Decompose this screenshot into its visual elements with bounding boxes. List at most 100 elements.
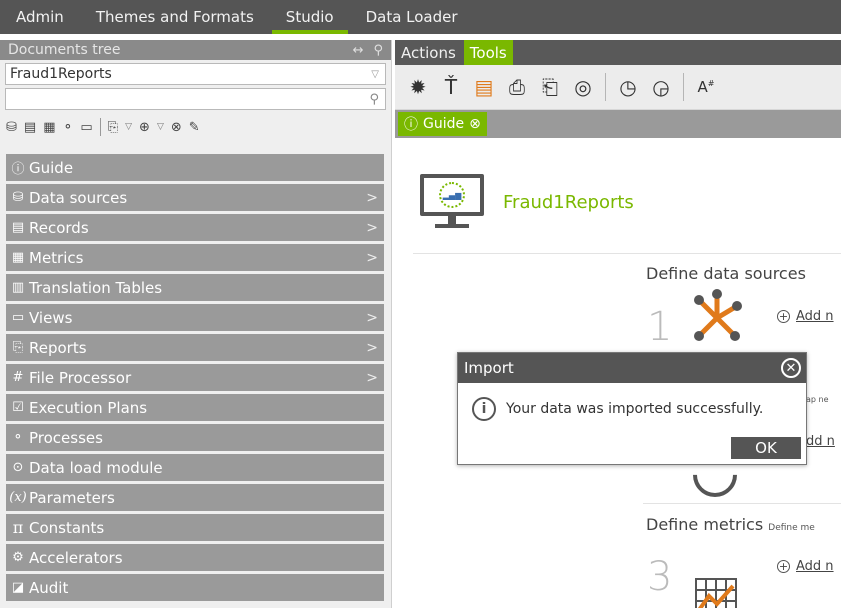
tab-tools[interactable]: Tools	[463, 40, 513, 65]
nav-label: Reports	[29, 338, 87, 357]
toolbar-divider	[99, 118, 101, 136]
gauge-up-icon[interactable]: ◷	[617, 75, 639, 99]
nav-label: Data load module	[29, 458, 163, 477]
export-doc-icon[interactable]: ⎙	[506, 75, 528, 99]
table-icon: ▥	[11, 280, 25, 295]
x-param-icon: (x)	[9, 490, 27, 505]
plus-icon: +	[777, 310, 790, 323]
view-icon[interactable]: ▭	[80, 120, 92, 135]
nav-item-metrics[interactable]: ▦ Metrics >	[6, 244, 384, 271]
nav-item-guide[interactable]: ⓘ Guide	[6, 154, 384, 181]
resize-arrows-icon[interactable]: ↔	[353, 43, 364, 58]
record-icon: ▤	[11, 220, 25, 235]
nav-item-views[interactable]: ▭ Views >	[6, 304, 384, 331]
import-dialog-header: Import ✕	[458, 353, 806, 383]
chevron-down-icon[interactable]: ▽	[157, 122, 164, 132]
nav-item-processes[interactable]: ⚬ Processes	[6, 424, 384, 451]
process-icon: ⚬	[12, 430, 24, 445]
menu-themes-and-formats[interactable]: Themes and Formats	[80, 0, 270, 34]
nav-item-constants[interactable]: π Constants	[6, 514, 384, 541]
project-select-value: Fraud1Reports	[10, 66, 112, 82]
toolbar-divider	[683, 73, 684, 101]
nav-label: Parameters	[29, 488, 115, 507]
add-report-icon[interactable]: ⎘	[108, 120, 118, 135]
import-dialog-body: i Your data was imported successfully.	[458, 383, 806, 421]
search-icon[interactable]: ⚲	[369, 92, 379, 107]
project-select[interactable]: Fraud1Reports ▽	[5, 63, 386, 85]
nav-label: Guide	[29, 158, 74, 177]
nav-label: Records	[29, 218, 89, 237]
top-menu-bar: Admin Themes and Formats Studio Data Loa…	[0, 0, 841, 34]
nav-item-audit[interactable]: ◪ Audit	[6, 574, 384, 601]
database-icon[interactable]: ⛁	[6, 120, 17, 135]
nav-label: File Processor	[29, 368, 132, 387]
nav-item-data-load-module[interactable]: ⊙ Data load module	[6, 454, 384, 481]
nav-label: Execution Plans	[29, 398, 148, 417]
dialog-message: Your data was imported successfully.	[506, 401, 764, 417]
import-doc-icon[interactable]: ⎗	[539, 75, 561, 99]
chevron-right-icon[interactable]: >	[366, 370, 378, 386]
document-hand-icon[interactable]: ▤	[473, 75, 495, 99]
toolbar-divider	[605, 73, 606, 101]
chevron-right-icon[interactable]: >	[366, 220, 378, 236]
actions-tools-tabs: Actions Tools	[395, 40, 841, 65]
nav-item-file-processor[interactable]: # File Processor >	[6, 364, 384, 391]
nav-item-execution-plans[interactable]: ☑ Execution Plans	[6, 394, 384, 421]
doc-tab-guide[interactable]: ⓘ Guide ⊗	[398, 112, 487, 136]
add-metric-link[interactable]: + Add n	[777, 559, 834, 574]
settings-sun-icon[interactable]: ✹	[407, 75, 429, 99]
add-circle-icon[interactable]: ⊕	[139, 120, 150, 135]
project-title: Fraud1Reports	[503, 192, 634, 213]
circle-dot-icon: ⊙	[12, 460, 24, 475]
rings-icon[interactable]: ◎	[572, 75, 594, 99]
add-record-link[interactable]: dd n	[806, 434, 835, 449]
add-data-source-link[interactable]: + Add n	[777, 309, 834, 324]
nav-item-records[interactable]: ▤ Records >	[6, 214, 384, 241]
nav-label: Audit	[29, 578, 69, 597]
monitor-icon: ▂▄▆	[420, 174, 484, 232]
info-icon: ⓘ	[11, 162, 25, 177]
edit-icon[interactable]: ✎	[189, 120, 200, 135]
chevron-right-icon[interactable]: >	[366, 190, 378, 206]
divider	[643, 503, 841, 504]
nav-item-parameters[interactable]: (x) Parameters	[6, 484, 384, 511]
view-icon: ▭	[11, 310, 25, 325]
nav-label: Metrics	[29, 248, 84, 267]
studio-main-panel: Actions Tools ✹ Ť ▤ ⎙ ⎗ ◎ ◷ ◶ A# ⓘ Guide…	[395, 40, 841, 608]
menu-data-loader[interactable]: Data Loader	[350, 0, 474, 34]
nav-item-reports[interactable]: ⎘ Reports >	[6, 334, 384, 361]
remove-circle-icon[interactable]: ⊗	[171, 120, 182, 135]
hash-icon: #	[12, 370, 24, 385]
info-icon: i	[472, 397, 496, 421]
documents-tree-header: Documents tree ↔ ⚲	[0, 40, 391, 60]
record-icon[interactable]: ▤	[24, 120, 36, 135]
chevron-right-icon[interactable]: >	[366, 340, 378, 356]
menu-studio[interactable]: Studio	[270, 0, 350, 34]
translate-icon[interactable]: A#	[695, 78, 717, 96]
gauge-icon[interactable]: ◶	[650, 75, 672, 99]
torch-icon[interactable]: Ť	[440, 75, 462, 99]
chevron-down-icon[interactable]: ▽	[125, 122, 132, 132]
nav-label: Accelerators	[29, 548, 123, 567]
nav-label: Constants	[29, 518, 105, 537]
chevron-right-icon[interactable]: >	[366, 250, 378, 266]
close-tab-icon[interactable]: ⊗	[469, 116, 481, 132]
divider	[413, 253, 841, 254]
nav-item-translation-tables[interactable]: ▥ Translation Tables	[6, 274, 384, 301]
tab-actions[interactable]: Actions	[395, 40, 462, 65]
nav-label: Translation Tables	[29, 278, 163, 297]
ok-button[interactable]: OK	[731, 437, 801, 459]
grid-icon: ▦	[11, 250, 25, 265]
nav-item-accelerators[interactable]: ⚙ Accelerators	[6, 544, 384, 571]
close-icon[interactable]: ✕	[781, 358, 801, 378]
tools-toolbar: ✹ Ť ▤ ⎙ ⎗ ◎ ◷ ◶ A#	[395, 65, 841, 110]
nav-label: Views	[29, 308, 73, 327]
process-icon[interactable]: ⚬	[63, 120, 74, 135]
menu-admin[interactable]: Admin	[0, 0, 80, 34]
nav-item-data-sources[interactable]: ⛁ Data sources >	[6, 184, 384, 211]
pin-icon[interactable]: ⚲	[373, 43, 383, 58]
chevron-right-icon[interactable]: >	[366, 310, 378, 326]
tree-search-input[interactable]	[6, 90, 370, 108]
nav-label: Data sources	[29, 188, 128, 207]
grid-icon[interactable]: ▦	[43, 120, 55, 135]
